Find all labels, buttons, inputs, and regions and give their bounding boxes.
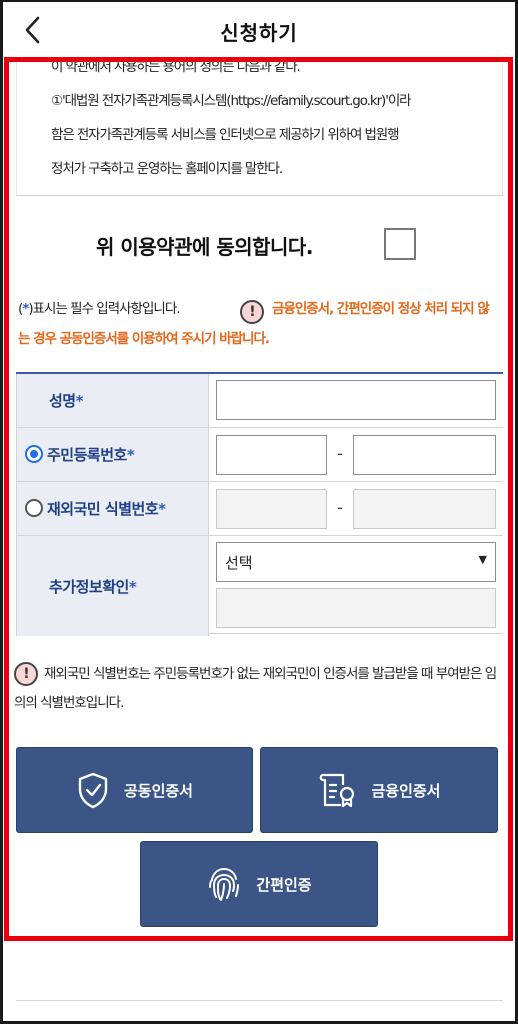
bottom-divider (16, 1000, 503, 1001)
page-title: 신청하기 (220, 21, 298, 45)
highlight-box (4, 57, 513, 941)
app-header: 신청하기 (0, 0, 518, 58)
